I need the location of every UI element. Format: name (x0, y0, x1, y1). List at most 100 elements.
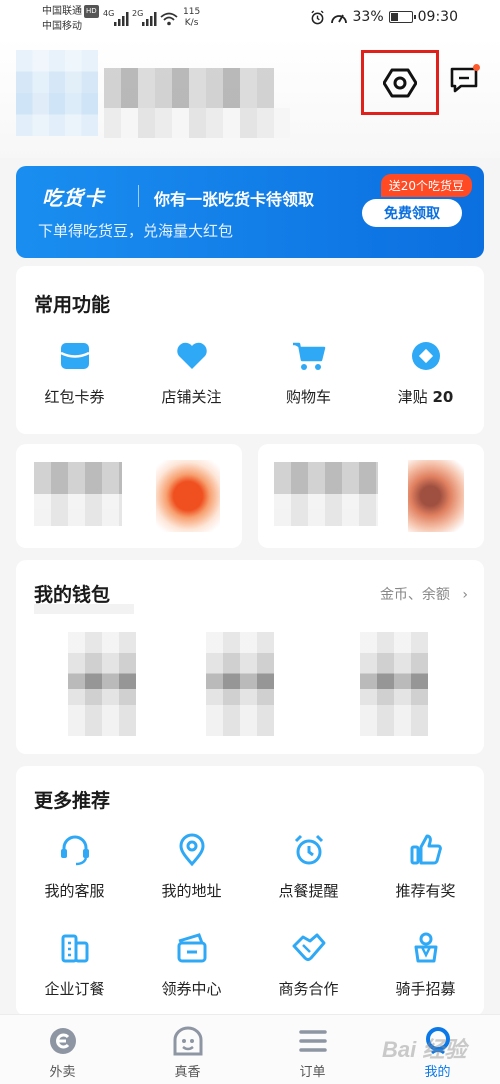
network-speed: 115 K/s (183, 7, 200, 29)
promo-right-text-redacted (274, 462, 378, 526)
referral-label: 推荐有奖 (395, 882, 456, 900)
more-grid-row-2: 企业订餐 领券中心 商务合作 骑手招募 (16, 930, 484, 999)
coupon-center-label: 领券中心 (161, 980, 222, 998)
corporate-order-label: 企业订餐 (44, 980, 105, 998)
cart-icon (291, 338, 327, 374)
order-reminder-label: 点餐提醒 (278, 882, 339, 900)
common-functions-grid: 红包卡券 店铺关注 购物车 津贴 20 (16, 338, 484, 407)
common-functions-card: 常用功能 红包卡券 店铺关注 购物车 津贴 20 (16, 266, 484, 434)
alarm-status-icon (310, 9, 324, 24)
followed-shops-label: 店铺关注 (161, 388, 222, 406)
coupon-icon (57, 338, 93, 374)
watermark: Bai 经验 (382, 1037, 467, 1062)
carrier-2: 中国移动 (42, 21, 82, 32)
allowance-label: 津贴 20 (398, 386, 454, 407)
foodie-card-banner[interactable]: 吃货卡 你有一张吃货卡待领取 下单得吃货豆，兑海量大红包 送20个吃货豆 免费领… (16, 166, 484, 258)
more-card: 更多推荐 我的客服 我的地址 点餐提醒 推荐有奖 企业订餐 领券中心 商务合作 … (16, 766, 484, 1016)
address-label: 我的地址 (161, 882, 222, 900)
alarm-icon (291, 832, 327, 868)
banner-badge: 送20个吃货豆 (380, 174, 472, 197)
rider-recruit-entry[interactable]: 骑手招募 (367, 930, 484, 999)
address-entry[interactable]: 我的地址 (133, 832, 250, 901)
list-icon (297, 1025, 329, 1057)
chevron-right-icon: › (462, 587, 468, 603)
more-grid-row-1: 我的客服 我的地址 点餐提醒 推荐有奖 (16, 832, 484, 901)
thumbs-up-icon (408, 832, 444, 868)
ghost-icon (172, 1025, 204, 1057)
referral-entry[interactable]: 推荐有奖 (367, 832, 484, 901)
hd-badge: HD (84, 5, 99, 18)
corporate-order-entry[interactable]: 企业订餐 (16, 930, 133, 999)
location-icon (174, 832, 210, 868)
status-right: 33% 09:30 (310, 9, 458, 25)
coupons-entry[interactable]: 红包卡券 (16, 338, 133, 407)
settings-button[interactable] (361, 50, 439, 115)
customer-service-label: 我的客服 (44, 882, 105, 900)
followed-shops-entry[interactable]: 店铺关注 (133, 338, 250, 407)
username-redacted[interactable] (104, 68, 274, 108)
allowance-icon (408, 338, 444, 374)
wallet-item-1-redacted[interactable] (68, 632, 136, 736)
claim-button[interactable]: 免费领取 (362, 199, 462, 227)
tab-zhenxiang[interactable]: 真香 (125, 1015, 250, 1084)
promo-card-left[interactable] (16, 444, 242, 548)
promo-left-text-redacted (34, 462, 122, 526)
banner-title: 你有一张吃货卡待领取 (154, 190, 315, 209)
wallet-subtitle-redacted (34, 604, 134, 614)
order-reminder-entry[interactable]: 点餐提醒 (250, 832, 367, 901)
battery-fill (390, 13, 398, 21)
handshake-icon (291, 930, 327, 966)
wallet-link-label: 金币、余额 (379, 587, 450, 603)
tab-takeout-label: 外卖 (49, 1065, 76, 1080)
network-type-1: 4G (103, 9, 115, 18)
tab-orders[interactable]: 订单 (250, 1015, 375, 1084)
rider-recruit-label: 骑手招募 (395, 980, 456, 998)
user-info-redacted (104, 108, 290, 138)
carrier-1-name: 中国联通 (42, 6, 82, 17)
cart-entry[interactable]: 购物车 (250, 338, 367, 407)
promo-right-image-redacted (408, 460, 464, 532)
rider-icon (408, 930, 444, 966)
business-cooperation-entry[interactable]: 商务合作 (250, 930, 367, 999)
tab-orders-label: 订单 (299, 1065, 326, 1080)
message-button[interactable] (448, 64, 480, 96)
coupon-center-entry[interactable]: 领券中心 (133, 930, 250, 999)
more-title: 更多推荐 (34, 790, 111, 812)
heart-icon (174, 338, 210, 374)
speedometer-icon (330, 14, 347, 23)
signal-icon-2 (142, 12, 157, 26)
banner-divider (138, 185, 139, 207)
wallet-item-2-redacted[interactable] (206, 632, 274, 736)
clock: 09:30 (417, 9, 458, 25)
banner-brand: 吃货卡 (42, 186, 105, 210)
signal-icon-1 (114, 12, 129, 26)
carrier-1: 中国联通 HD (42, 5, 99, 18)
coupons-label: 红包卡券 (44, 388, 105, 406)
allowance-entry[interactable]: 津贴 20 (367, 338, 484, 407)
ticket-icon (174, 930, 210, 966)
avatar[interactable] (16, 50, 98, 136)
unread-dot (473, 64, 480, 71)
customer-service-entry[interactable]: 我的客服 (16, 832, 133, 901)
wallet-item-3-redacted[interactable] (360, 632, 428, 736)
common-functions-title: 常用功能 (34, 294, 111, 316)
battery-percent: 33% (352, 9, 384, 25)
allowance-text: 津贴 (397, 388, 428, 406)
allowance-value: 20 (432, 388, 454, 406)
speed-unit: K/s (184, 18, 199, 28)
promo-card-right[interactable] (258, 444, 484, 548)
building-icon (57, 930, 93, 966)
speed-value: 115 (183, 7, 201, 17)
cart-label: 购物车 (285, 388, 331, 406)
headset-icon (57, 832, 93, 868)
business-cooperation-label: 商务合作 (278, 980, 339, 998)
profile-header (0, 38, 500, 158)
eleme-icon (47, 1025, 79, 1057)
wallet-link[interactable]: 金币、余额 › (380, 584, 468, 604)
tab-takeout[interactable]: 外卖 (0, 1015, 125, 1084)
wifi-icon (160, 12, 178, 26)
wallet-title: 我的钱包 (34, 584, 111, 606)
promo-left-image-redacted (156, 460, 220, 532)
status-bar: 中国联通 HD 中国移动 4G 2G 115 K/s 33% 09:30 (0, 0, 500, 38)
banner-subtitle: 下单得吃货豆，兑海量大红包 (38, 222, 234, 240)
